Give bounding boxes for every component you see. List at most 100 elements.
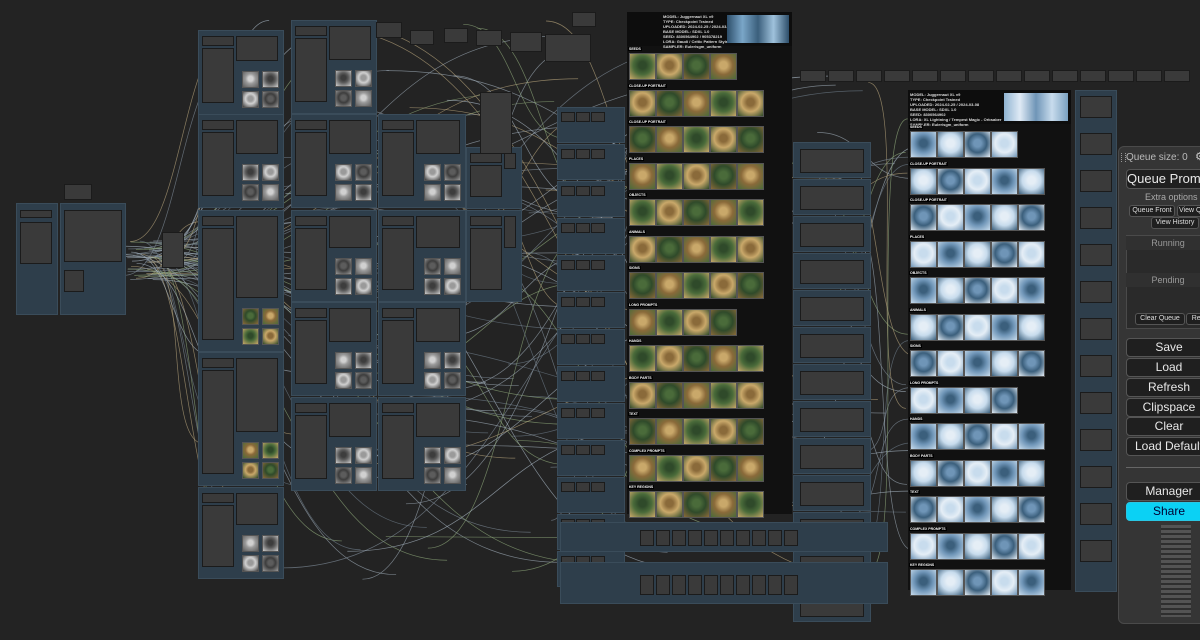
node[interactable] (561, 223, 575, 233)
node[interactable] (1080, 96, 1112, 118)
gallery-image-thumbnail[interactable] (629, 491, 656, 518)
node[interactable] (382, 308, 414, 318)
gallery-image-thumbnail[interactable] (1018, 350, 1045, 377)
gallery-image-thumbnail[interactable] (683, 418, 710, 445)
image-grid-gallery-right[interactable]: MODEL: Juggernaut XL v9 TYPE: Checkpoint… (908, 90, 1071, 596)
node[interactable] (416, 403, 460, 437)
gallery-image-thumbnail[interactable] (656, 381, 683, 409)
node[interactable] (1052, 70, 1078, 82)
node[interactable] (591, 371, 605, 381)
gallery-image-thumbnail[interactable] (991, 423, 1018, 450)
node[interactable] (561, 408, 575, 418)
gallery-image-thumbnail[interactable] (710, 199, 737, 226)
node[interactable] (591, 445, 605, 455)
gear-icon[interactable]: ⚙ (1195, 150, 1200, 163)
node[interactable] (768, 575, 782, 595)
gallery-image-thumbnail[interactable] (683, 199, 710, 226)
node[interactable] (591, 260, 605, 270)
node[interactable] (720, 575, 734, 595)
gallery-image-thumbnail[interactable] (683, 491, 710, 518)
node[interactable] (295, 415, 327, 479)
gallery-image-thumbnail[interactable] (629, 272, 656, 299)
gallery-image-thumbnail[interactable] (656, 126, 683, 153)
gallery-image-thumbnail[interactable] (910, 204, 937, 231)
gallery-image-thumbnail[interactable] (910, 459, 937, 487)
gallery-image-thumbnail[interactable] (737, 162, 764, 190)
gallery-image-thumbnail[interactable] (991, 459, 1018, 487)
node[interactable] (800, 482, 864, 506)
node[interactable] (800, 223, 864, 247)
node[interactable] (236, 493, 278, 525)
node[interactable] (784, 530, 798, 546)
gallery-image-thumbnail[interactable] (1018, 277, 1045, 304)
gallery-image-thumbnail[interactable] (964, 167, 991, 195)
node[interactable] (576, 297, 590, 307)
gallery-image-thumbnail[interactable] (991, 277, 1018, 304)
node[interactable] (800, 149, 864, 173)
node[interactable] (576, 186, 590, 196)
clipspace-button[interactable]: Clipspace (1126, 398, 1200, 417)
gallery-image-thumbnail[interactable] (1018, 204, 1045, 231)
gallery-image-thumbnail[interactable] (656, 235, 683, 263)
node[interactable] (561, 297, 575, 307)
node[interactable] (202, 505, 234, 567)
gallery-image-thumbnail[interactable] (910, 240, 937, 268)
gallery-image-thumbnail[interactable] (1018, 532, 1045, 560)
node[interactable] (591, 112, 605, 122)
gallery-image-thumbnail[interactable] (991, 240, 1018, 268)
gallery-image-thumbnail[interactable] (737, 345, 764, 372)
gallery-image-thumbnail[interactable] (629, 454, 656, 482)
gallery-image-thumbnail[interactable] (937, 496, 964, 523)
gallery-image-thumbnail[interactable] (629, 53, 656, 80)
node[interactable] (162, 232, 184, 268)
node[interactable] (688, 530, 702, 546)
node[interactable] (561, 186, 575, 196)
node[interactable] (912, 70, 938, 82)
gallery-image-thumbnail[interactable] (937, 350, 964, 377)
node[interactable] (856, 70, 882, 82)
load-default-button[interactable]: Load Default (1126, 437, 1200, 456)
node[interactable] (202, 216, 234, 226)
gallery-image-thumbnail[interactable] (683, 272, 710, 299)
node[interactable] (1164, 70, 1190, 82)
gallery-image-thumbnail[interactable] (937, 459, 964, 487)
gallery-image-thumbnail[interactable] (710, 53, 737, 80)
gallery-image-thumbnail[interactable] (737, 235, 764, 263)
gallery-image-thumbnail[interactable] (964, 496, 991, 523)
queue-front-button[interactable]: Queue Front (1129, 205, 1175, 217)
node[interactable] (295, 228, 327, 290)
gallery-image-thumbnail[interactable] (656, 53, 683, 80)
node[interactable] (736, 575, 750, 595)
view-history-button[interactable]: View History (1151, 217, 1199, 229)
node[interactable] (940, 70, 966, 82)
view-queue-button[interactable]: View Queue (1177, 205, 1200, 217)
node[interactable] (561, 112, 575, 122)
node[interactable] (576, 445, 590, 455)
gallery-image-thumbnail[interactable] (937, 277, 964, 304)
node[interactable] (329, 216, 371, 248)
gallery-image-thumbnail[interactable] (1018, 240, 1045, 268)
node[interactable] (591, 297, 605, 307)
gallery-image-thumbnail[interactable] (937, 423, 964, 450)
gallery-image-thumbnail[interactable] (1018, 496, 1045, 523)
load-button[interactable]: Load (1126, 358, 1200, 377)
gallery-image-thumbnail[interactable] (964, 459, 991, 487)
node[interactable] (202, 48, 234, 103)
node[interactable] (510, 32, 542, 52)
node[interactable] (576, 260, 590, 270)
image-grid-gallery-left[interactable]: MODEL: Juggernaut XL v9 TYPE: Checkpoint… (627, 12, 792, 518)
gallery-image-thumbnail[interactable] (656, 162, 683, 190)
node[interactable] (329, 403, 371, 437)
node[interactable] (968, 70, 994, 82)
gallery-image-thumbnail[interactable] (629, 235, 656, 263)
node[interactable] (376, 22, 402, 39)
node[interactable] (1080, 281, 1112, 303)
node[interactable] (768, 530, 782, 546)
gallery-image-thumbnail[interactable] (656, 199, 683, 226)
gallery-image-thumbnail[interactable] (910, 313, 937, 341)
node[interactable] (640, 530, 654, 546)
gallery-image-thumbnail[interactable] (1018, 459, 1045, 487)
node[interactable] (416, 308, 460, 342)
gallery-image-thumbnail[interactable] (991, 496, 1018, 523)
node[interactable] (996, 70, 1022, 82)
